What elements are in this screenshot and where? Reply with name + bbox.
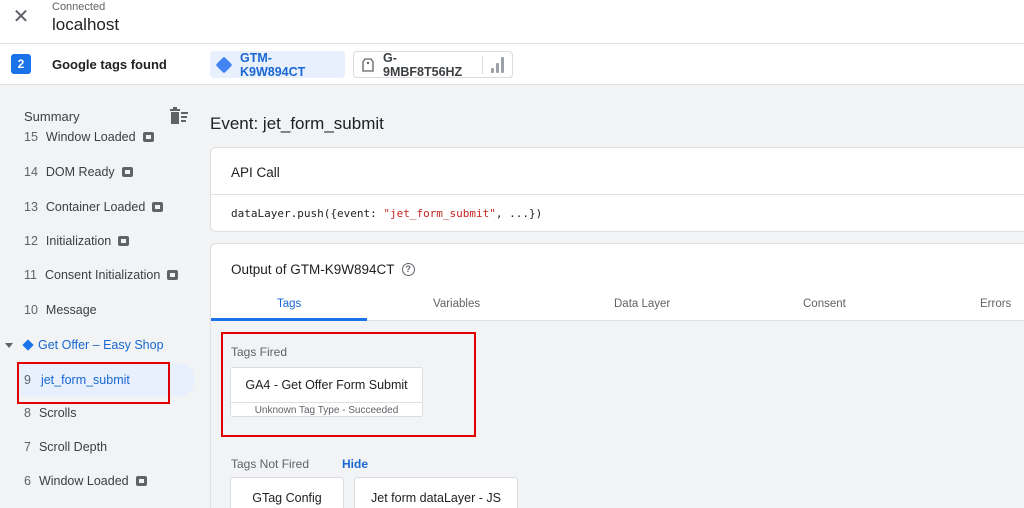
summary-link[interactable]: Summary	[24, 109, 80, 124]
group-label: Get Offer – Easy Shop	[38, 338, 164, 352]
output-title: Output of GTM-K9W894CT ?	[231, 262, 415, 277]
tab-errors[interactable]: Errors	[980, 298, 1011, 310]
sidebar-event-item[interactable]: 10 Message	[24, 303, 97, 317]
event-number: 10	[24, 303, 38, 317]
sidebar-event-item[interactable]: 8 Scrolls	[24, 406, 76, 420]
caret-down-icon[interactable]	[5, 342, 13, 348]
code-string: "jet_form_submit"	[383, 207, 496, 220]
analytics-bars-icon	[491, 56, 504, 73]
event-label: jet_form_submit	[40, 372, 130, 387]
api-call-title: API Call	[211, 148, 1024, 195]
gtm-diamond-icon	[22, 339, 34, 351]
event-number: 8	[24, 406, 31, 420]
output-card: Output of GTM-K9W894CT ? Tags Variables …	[210, 243, 1024, 508]
code-icon	[135, 476, 147, 486]
code-icon	[152, 202, 164, 212]
event-label: Initialization	[45, 234, 112, 248]
not-fired-tag-card[interactable]: Jet form dataLayer - JS	[354, 477, 518, 508]
clear-list-icon[interactable]	[169, 107, 189, 125]
main-panel: Event: jet_form_submit API Call dataLaye…	[200, 85, 1024, 508]
event-number: 14	[24, 165, 38, 179]
output-title-text: Output of GTM-K9W894CT	[231, 262, 395, 277]
active-tab-indicator	[211, 318, 367, 321]
page-title: Event: jet_form_submit	[210, 114, 384, 133]
api-call-code: dataLayer.push({event: "jet_form_submit"…	[211, 195, 1024, 220]
tab-consent[interactable]: Consent	[803, 298, 846, 310]
tab-tags[interactable]: Tags	[277, 298, 301, 310]
code-icon	[121, 167, 133, 177]
event-number: 11	[24, 268, 37, 282]
event-label: Consent Initialization	[44, 268, 161, 282]
api-call-card: API Call dataLayer.push({event: "jet_for…	[210, 147, 1024, 232]
output-card-header: Output of GTM-K9W894CT ? Tags Variables …	[211, 244, 1024, 321]
event-label: DOM Ready	[45, 165, 115, 179]
event-label: Scrolls	[38, 406, 77, 420]
container-chip-ga4[interactable]: G-9MBF8T56HZ	[353, 50, 513, 79]
tag-name: GTag Config	[252, 491, 322, 505]
code-text: dataLayer.push({event:	[231, 207, 384, 220]
tag-status: Unknown Tag Type - Succeeded	[231, 402, 422, 417]
event-number: 15	[24, 130, 38, 144]
container-chip-label: G-9MBF8T56HZ	[383, 50, 463, 79]
container-chip-gtm[interactable]: GTM-K9W894CT	[210, 50, 345, 79]
event-label: Window Loaded	[45, 130, 136, 144]
sidebar-event-item[interactable]: 15 Window Loaded	[24, 130, 154, 144]
event-label: Container Loaded	[45, 200, 146, 214]
tab-variables[interactable]: Variables	[433, 298, 480, 310]
tags-found-label: Google tags found	[52, 57, 167, 72]
sidebar-event-item[interactable]: 12 Initialization	[24, 234, 130, 248]
help-circle-icon[interactable]: ?	[401, 263, 415, 276]
event-number: 12	[24, 234, 38, 248]
fired-tag-card[interactable]: GA4 - Get Offer Form Submit Unknown Tag …	[230, 367, 423, 417]
event-label: Message	[45, 303, 97, 317]
hide-link[interactable]: Hide	[342, 457, 368, 471]
tab-data-layer[interactable]: Data Layer	[614, 298, 670, 310]
sidebar-event-item[interactable]: 11 Consent Initialization	[24, 268, 179, 282]
gtm-diamond-icon	[215, 56, 233, 73]
not-fired-tag-card[interactable]: GTag Config	[230, 477, 344, 508]
code-icon	[167, 270, 179, 280]
code-icon	[118, 236, 130, 246]
event-number: 6	[24, 474, 31, 488]
tags-not-fired-label: Tags Not Fired	[231, 457, 310, 471]
tag-name: Jet form dataLayer - JS	[371, 491, 501, 505]
tag-count-badge: 2	[11, 54, 31, 74]
sidebar-event-item[interactable]: 14 DOM Ready	[24, 165, 133, 179]
code-icon	[142, 132, 154, 142]
connected-host: localhost	[52, 15, 120, 34]
sidebar-group-get-offer[interactable]: Get Offer – Easy Shop	[0, 334, 200, 356]
tags-found-bar: 2 Google tags found GTM-K9W894CT G-9MBF8…	[0, 44, 1024, 85]
event-number: 9	[24, 372, 31, 387]
tag-name: GA4 - Get Offer Form Submit	[245, 378, 408, 392]
sidebar-event-item[interactable]: 6 Window Loaded	[24, 474, 147, 488]
event-label: Window Loaded	[38, 474, 129, 488]
connection-status: Connected	[52, 1, 106, 13]
close-icon[interactable]: ✕	[10, 6, 32, 28]
container-chip-label: GTM-K9W894CT	[240, 50, 306, 79]
tag-icon	[362, 57, 374, 72]
event-number: 7	[24, 440, 31, 454]
sidebar-event-item[interactable]: 13 Container Loaded	[24, 200, 164, 214]
tags-fired-label: Tags Fired	[231, 345, 288, 359]
event-label: Scroll Depth	[38, 440, 108, 454]
top-bar: ✕ Connected localhost	[0, 0, 1024, 44]
sidebar-event-item[interactable]: 7 Scroll Depth	[24, 440, 107, 454]
chip-divider	[482, 55, 483, 74]
code-text: , ...})	[495, 207, 543, 220]
event-number: 13	[24, 200, 38, 214]
sidebar: Summary 15 Window Loaded 14 DOM Ready 13…	[0, 85, 200, 508]
sidebar-event-selected[interactable]: 9 jet_form_submit	[17, 363, 195, 396]
